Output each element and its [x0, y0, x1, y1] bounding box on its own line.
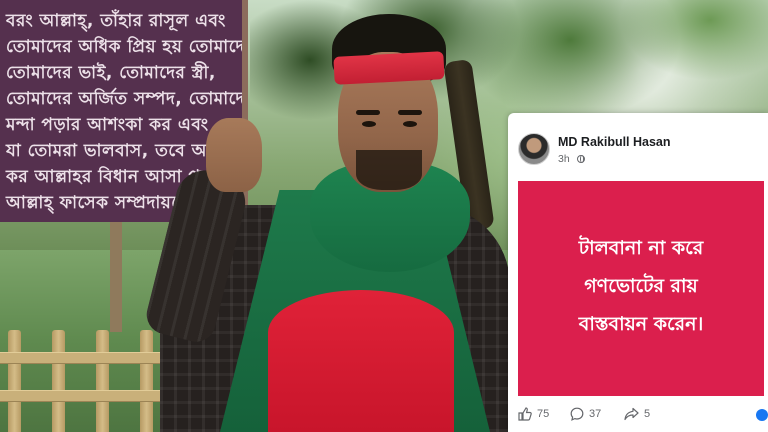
fence-picket: [52, 330, 65, 432]
flag-cape-red-disc: [268, 290, 454, 432]
post-action-bar: 75 37 5: [508, 401, 768, 431]
beard: [356, 150, 422, 190]
post-colored-background: টালবানা না করে গণভোটের রায় বাস্তবায়ন ক…: [518, 181, 764, 396]
red-headband: [333, 51, 445, 85]
share-count: 5: [644, 408, 651, 420]
like-count: 75: [537, 408, 550, 420]
author-name[interactable]: MD Rakibull Hasan: [558, 135, 671, 149]
share-icon: [624, 407, 639, 421]
messenger-bubble-icon[interactable]: [756, 409, 768, 421]
avatar[interactable]: [518, 133, 550, 165]
eyebrow: [398, 110, 422, 115]
like-button[interactable]: 75: [518, 407, 549, 421]
signboard-post: [110, 222, 122, 332]
facebook-post-card: MD Rakibull Hasan 3h টালবানা না করে গণভো…: [508, 113, 768, 432]
share-button[interactable]: 5: [624, 407, 650, 421]
fence-picket: [8, 330, 21, 432]
comment-button[interactable]: 37: [570, 407, 601, 421]
globe-icon: [576, 155, 585, 163]
eyebrow: [356, 110, 380, 115]
post-text-line: বাস্তবায়ন করেন।: [578, 313, 704, 335]
comment-count: 37: [589, 408, 602, 420]
post-text: টালবানা না করে গণভোটের রায় বাস্তবায়ন ক…: [518, 229, 764, 343]
post-header: MD Rakibull Hasan 3h: [508, 113, 768, 173]
photo-composite: বরং আল্লাহ্, তাঁহার রাসূল এবং তোমাদের অধ…: [0, 0, 768, 432]
post-time[interactable]: 3h: [558, 153, 570, 165]
post-meta: 3h: [558, 153, 585, 165]
post-text-line: টালবানা না করে: [578, 237, 704, 259]
raised-fist: [206, 118, 262, 192]
eye: [362, 121, 376, 127]
comment-icon: [570, 407, 584, 421]
post-text-line: গণভোটের রায়: [584, 275, 698, 297]
thumbs-up-icon: [518, 407, 532, 421]
eye: [403, 121, 417, 127]
fence-picket: [96, 330, 109, 432]
protester: [142, 0, 520, 432]
